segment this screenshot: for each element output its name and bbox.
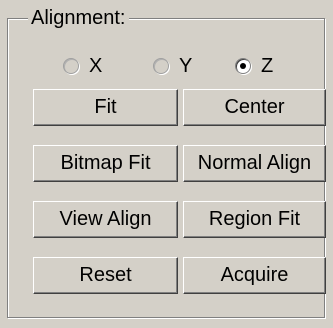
normal-align-button[interactable]: Normal Align xyxy=(183,145,326,182)
reset-button[interactable]: Reset xyxy=(33,257,178,294)
region-fit-button[interactable]: Region Fit xyxy=(183,201,326,238)
fit-button[interactable]: Fit xyxy=(33,89,178,126)
acquire-button[interactable]: Acquire xyxy=(183,257,326,294)
radio-x-label: X xyxy=(89,55,103,77)
radio-y[interactable]: Y xyxy=(153,54,192,78)
radio-y-label: Y xyxy=(179,55,193,77)
alignment-group-label: Alignment: xyxy=(28,6,129,30)
bitmap-fit-button[interactable]: Bitmap Fit xyxy=(33,145,178,182)
radio-z[interactable]: Z xyxy=(235,54,273,78)
radio-y-indicator[interactable] xyxy=(153,58,169,74)
radio-x-indicator[interactable] xyxy=(63,58,79,74)
radio-x[interactable]: X xyxy=(63,54,102,78)
radio-z-indicator[interactable] xyxy=(235,58,251,74)
radio-z-label: Z xyxy=(261,55,274,77)
view-align-button[interactable]: View Align xyxy=(33,201,178,238)
center-button[interactable]: Center xyxy=(183,89,326,126)
